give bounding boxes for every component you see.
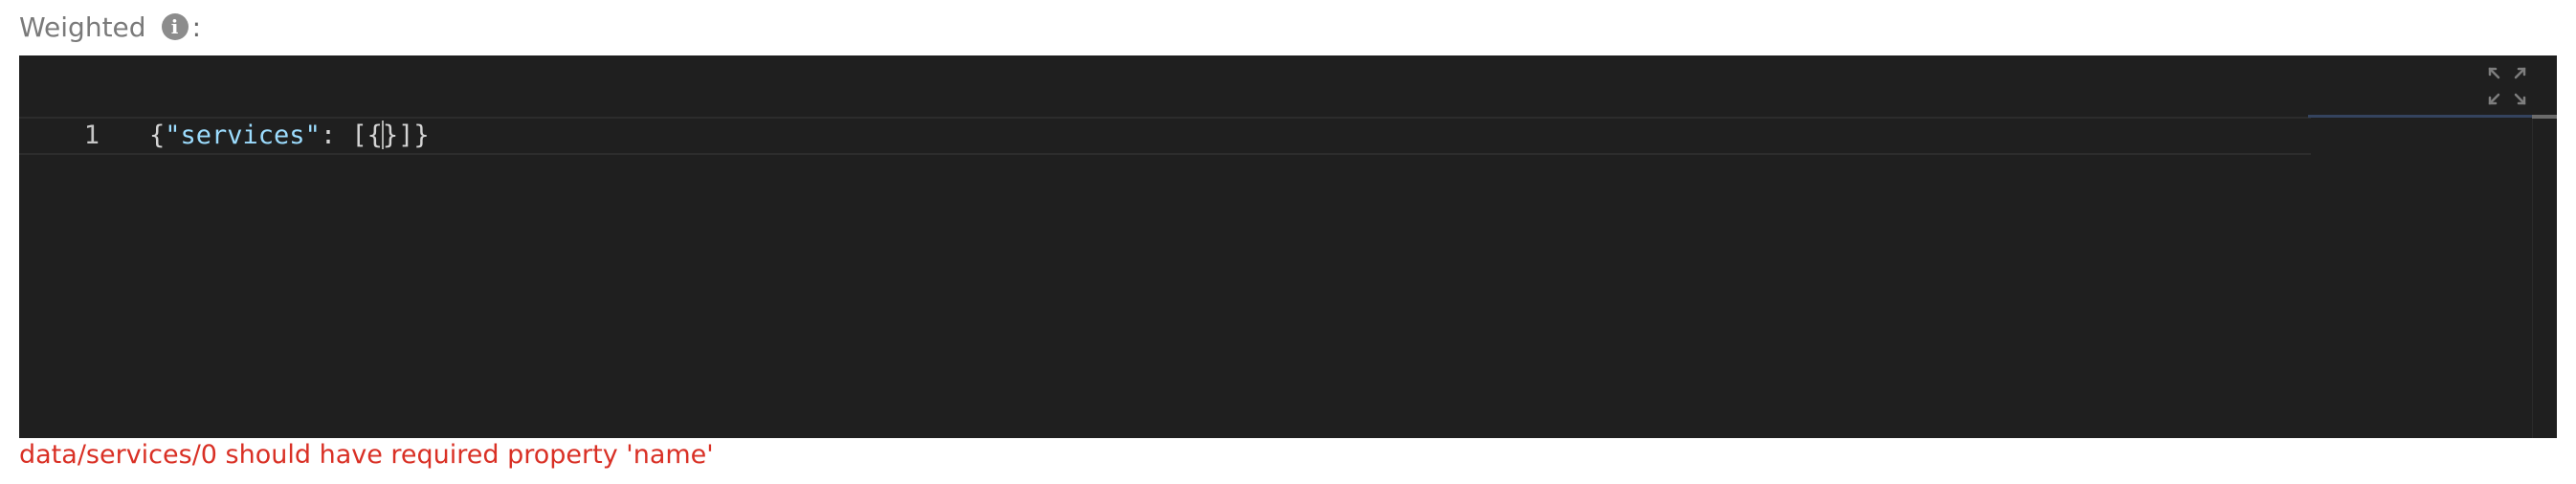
minimap-slider[interactable] <box>2308 115 2538 118</box>
expand-icon <box>2488 67 2526 105</box>
info-icon[interactable]: i <box>161 13 189 40</box>
code-open-brace: { <box>149 121 166 150</box>
fullscreen-button[interactable] <box>2486 65 2528 107</box>
vertical-scrollbar[interactable] <box>2532 115 2557 438</box>
code-key: "services" <box>165 121 321 150</box>
code-line[interactable]: {"services": [{}]} <box>149 117 430 155</box>
line-number: 1 <box>83 121 100 150</box>
minimap[interactable] <box>2308 115 2555 438</box>
code-colon: : <box>320 121 352 150</box>
code-close: ]} <box>398 121 430 150</box>
code-inner-close-brace: } <box>382 121 399 150</box>
scrollbar-thumb[interactable] <box>2532 115 2557 119</box>
label-colon: : <box>191 11 201 43</box>
code-open-bracket: [ <box>351 121 367 150</box>
text-cursor <box>381 120 384 149</box>
validation-error: data/services/0 should have required pro… <box>19 440 714 470</box>
code-inner-open-brace: { <box>366 121 383 150</box>
field-label-row: Weighted i : <box>19 10 201 44</box>
field-label: Weighted <box>19 11 146 43</box>
json-editor[interactable]: 1 {"services": [{}]} <box>19 55 2557 438</box>
